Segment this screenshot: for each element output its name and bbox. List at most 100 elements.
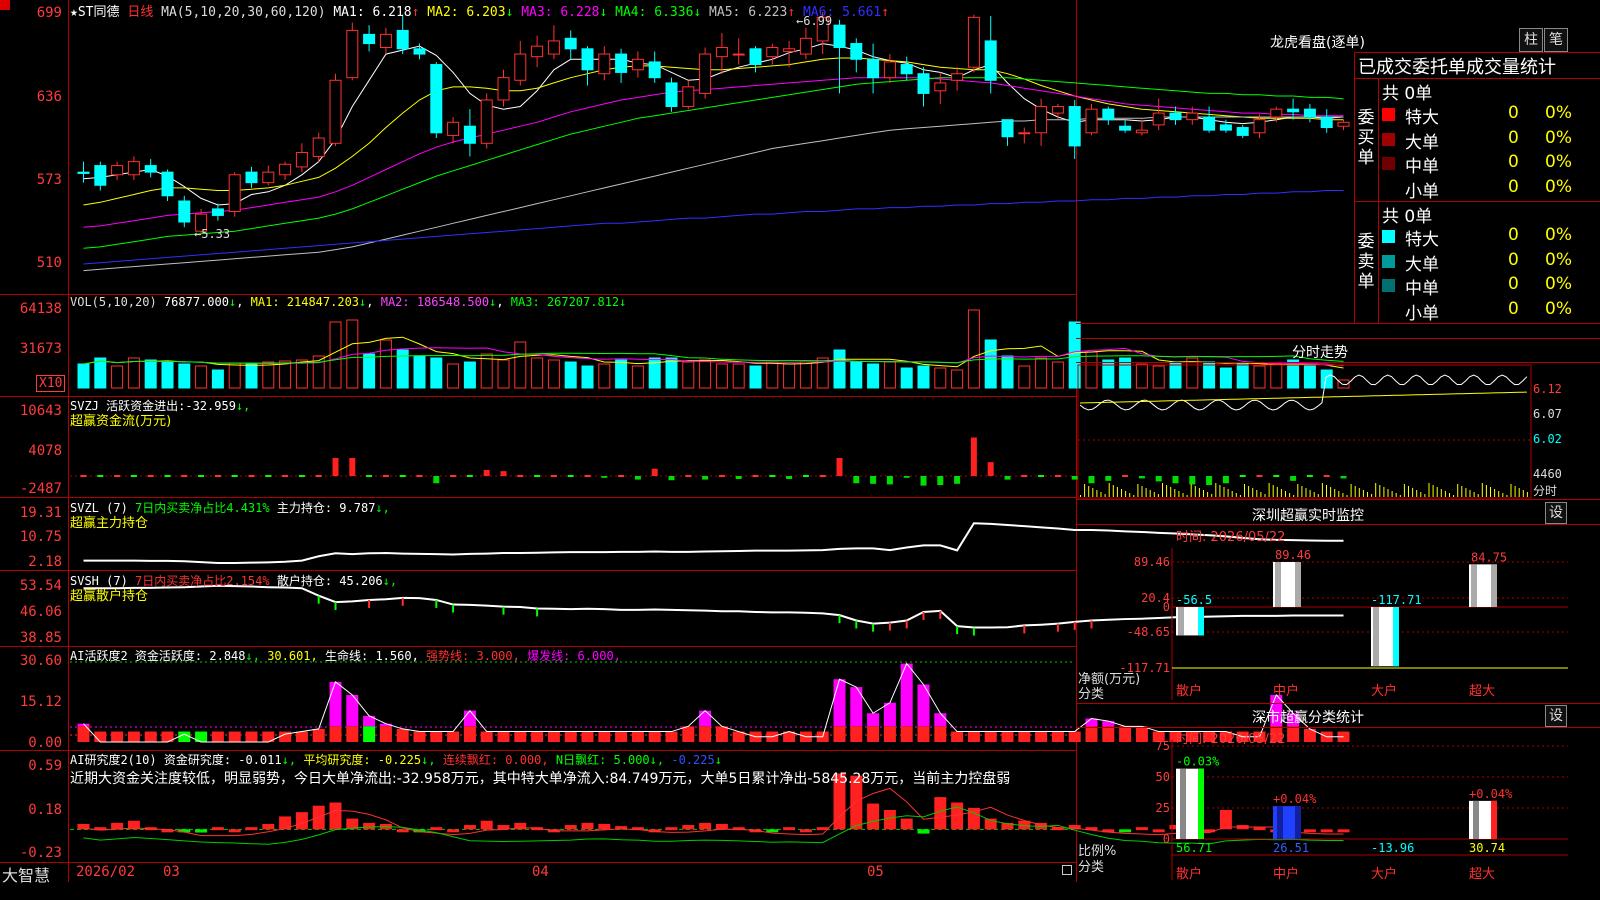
ai-active-base bbox=[127, 731, 140, 742]
order-type-label: 特大 bbox=[1405, 108, 1439, 128]
ai-active-base bbox=[715, 726, 728, 742]
monitor-category: 大户 bbox=[1371, 683, 1397, 699]
intraday-volume-bar bbox=[1084, 484, 1086, 497]
ai-active-base bbox=[1152, 731, 1165, 742]
svzj-tick bbox=[181, 475, 188, 477]
order-color-swatch bbox=[1382, 157, 1395, 170]
candle-body bbox=[1203, 116, 1216, 131]
intraday-volume-bar bbox=[1080, 495, 1081, 497]
candle-body bbox=[463, 125, 476, 144]
intraday-volume-bar bbox=[1453, 495, 1455, 497]
class-settings-button[interactable]: 设 bbox=[1545, 705, 1567, 727]
intraday-volume-bar bbox=[1408, 486, 1409, 497]
ma-value: MA3: 6.228 bbox=[513, 5, 600, 20]
monitor-category: 超大 bbox=[1469, 684, 1495, 699]
class-category: 大户 bbox=[1371, 866, 1397, 882]
intraday-volume-bar bbox=[1375, 483, 1377, 497]
intraday-volume-bar bbox=[1162, 483, 1163, 497]
volume-bar bbox=[581, 365, 594, 389]
lock-icon[interactable] bbox=[1062, 865, 1072, 875]
ai-research-bar bbox=[430, 827, 443, 831]
candle-body bbox=[346, 29, 359, 79]
intraday-volume-bar bbox=[1428, 483, 1430, 497]
candle-body bbox=[497, 77, 510, 101]
intraday-volume-bar bbox=[1338, 491, 1340, 497]
order-count: 0 bbox=[1508, 225, 1519, 245]
stock-name[interactable]: ★ST同德 bbox=[70, 5, 119, 20]
candle-body bbox=[329, 79, 342, 144]
ai-research-bar bbox=[598, 823, 611, 830]
low-price-note: ←5.33 bbox=[194, 227, 231, 241]
candle-body bbox=[917, 73, 930, 94]
ai-research-bar bbox=[195, 829, 208, 833]
ai-research-bar bbox=[463, 825, 476, 830]
class-bar-shade bbox=[1277, 806, 1283, 839]
ai-active-base bbox=[934, 726, 947, 742]
volume-bar bbox=[1219, 367, 1232, 389]
volume-bar bbox=[379, 339, 392, 389]
svzj-bar bbox=[483, 469, 490, 476]
intraday-title: 分时走势 bbox=[1292, 345, 1348, 361]
ai-active-base bbox=[413, 731, 426, 742]
ma-arrow: ↑ bbox=[881, 5, 890, 20]
svsh-tick: 38.85 bbox=[19, 630, 62, 646]
intraday-volume-bar bbox=[1145, 488, 1147, 497]
ai-research-bar bbox=[295, 812, 308, 830]
ai-research-bar bbox=[480, 820, 493, 830]
ai-active-base bbox=[951, 731, 964, 742]
ai-active-bar bbox=[883, 702, 896, 727]
ai-active-base bbox=[883, 726, 896, 742]
tab-tick-view[interactable]: 笔 bbox=[1544, 28, 1568, 52]
candle-body bbox=[144, 165, 157, 173]
volume-bar bbox=[1270, 363, 1283, 389]
intraday-volume-bar bbox=[1321, 483, 1323, 497]
monitor-settings-button[interactable]: 设 bbox=[1545, 502, 1567, 524]
intraday-volume-bar bbox=[1264, 494, 1266, 497]
svsh-marker bbox=[435, 599, 438, 608]
svzl-line bbox=[83, 522, 1344, 564]
ma-label: MA(5,10,20,30,60,120) bbox=[161, 5, 326, 20]
ma-value: MA4: 6.336 bbox=[607, 5, 694, 20]
intraday-volume-bar bbox=[1133, 495, 1135, 497]
candle-body bbox=[379, 33, 392, 48]
brand-label[interactable]: 大智慧 bbox=[2, 862, 50, 886]
intraday-volume-bar bbox=[1457, 484, 1459, 497]
ai-research-bar bbox=[262, 823, 275, 830]
svzj-bar bbox=[1004, 476, 1011, 480]
intraday-volume-bar bbox=[1289, 493, 1291, 497]
intraday-volume-bar bbox=[1194, 486, 1196, 497]
volume-bar bbox=[430, 357, 443, 389]
period-label[interactable]: 日线 bbox=[127, 5, 153, 20]
svzj-bar bbox=[1189, 476, 1196, 485]
monitor-bar-shade bbox=[1178, 607, 1184, 636]
monitor-tick: 20.4 bbox=[1141, 591, 1170, 605]
intraday-volume-bar bbox=[1506, 495, 1508, 497]
intraday-volume-bar bbox=[1186, 495, 1188, 497]
order-type-label: 中单 bbox=[1405, 157, 1439, 177]
intraday-volume-bar bbox=[1346, 495, 1348, 497]
candle-body bbox=[178, 200, 191, 223]
candle-body bbox=[1102, 108, 1115, 121]
class-bar-shade bbox=[1295, 806, 1301, 839]
svsh-marker bbox=[1023, 625, 1026, 634]
intraday-volume-bar bbox=[1387, 489, 1389, 497]
volume-bar bbox=[749, 365, 762, 389]
svzj-tick bbox=[534, 475, 541, 477]
svzj-tick bbox=[517, 475, 524, 477]
tab-bar-view[interactable]: 柱 bbox=[1519, 28, 1543, 52]
volume-bar bbox=[329, 321, 342, 389]
svzj-bar bbox=[433, 476, 440, 484]
ai-active-bar bbox=[1085, 718, 1098, 727]
intraday-volume-bar bbox=[1481, 483, 1483, 497]
ai-research-tick: 0.59 bbox=[28, 758, 62, 774]
svsh-marker bbox=[452, 604, 455, 613]
svzj-bar bbox=[1172, 476, 1179, 484]
ai-active-bar bbox=[833, 679, 846, 727]
volume-bar bbox=[783, 363, 796, 389]
date-tick: 2026/02 bbox=[76, 864, 136, 880]
kline-chart[interactable] bbox=[0, 0, 1350, 882]
svzj-bar bbox=[937, 476, 944, 486]
ai-research-bar bbox=[1219, 810, 1232, 830]
volume-bar bbox=[111, 365, 124, 389]
ai-active-base bbox=[581, 731, 594, 742]
